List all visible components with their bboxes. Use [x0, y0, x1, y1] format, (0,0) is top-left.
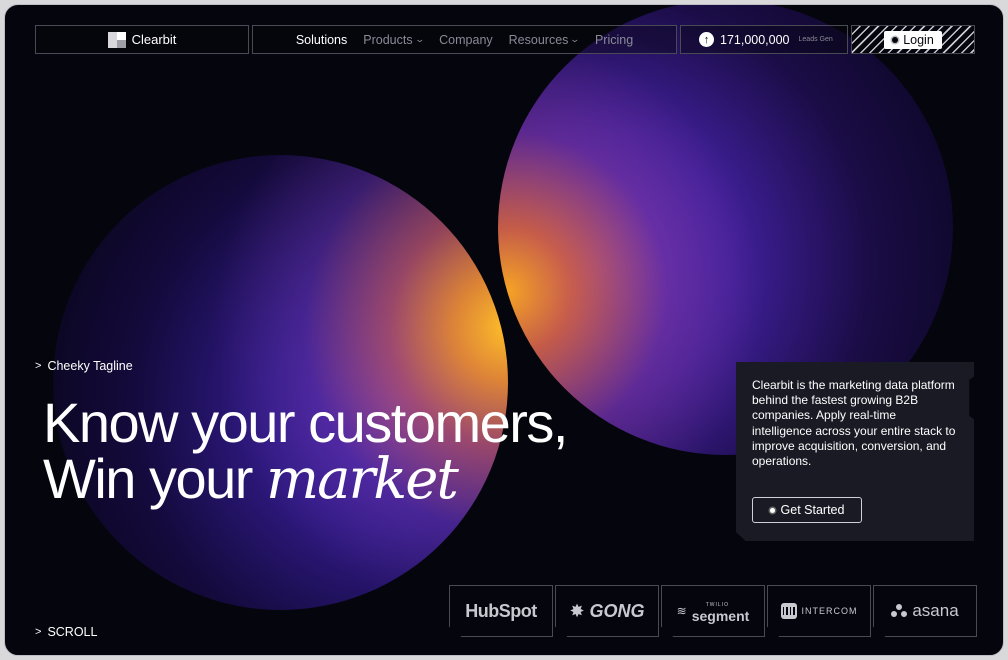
headline-line-1: Know your customers, — [43, 391, 568, 454]
tagline-text: Cheeky Tagline — [47, 359, 133, 373]
hero-headline: Know your customers, Win your market — [43, 395, 568, 510]
chevron-right-icon: > — [35, 360, 42, 372]
get-started-button[interactable]: Get Started — [752, 497, 862, 523]
headline-line-2: Win your — [43, 447, 253, 510]
login-area: Login — [851, 25, 975, 54]
counter-value: 171,000,000 — [720, 32, 790, 47]
tagline: > Cheeky Tagline — [35, 359, 133, 373]
segment-wordmark: segment — [691, 608, 750, 624]
menu-item-resources[interactable]: Resources ⌄ — [508, 32, 581, 47]
hubspot-wordmark: HubSpot — [465, 600, 537, 621]
dot-icon — [892, 36, 899, 43]
intercom-logo: INTERCOM — [767, 585, 871, 637]
chevron-down-icon: ⌄ — [569, 34, 581, 44]
intercom-icon — [780, 603, 797, 619]
partner-logos: HubSpot ✸ GONG ≋ TWILIO segment INTERCOM… — [449, 585, 977, 637]
counter-label: Leads Gen — [798, 36, 833, 43]
menu-item-solutions[interactable]: Solutions — [296, 33, 347, 47]
main-menu: Solutions Products ⌄ Company Resources ⌄… — [252, 25, 677, 54]
menu-item-pricing[interactable]: Pricing — [595, 33, 633, 47]
menu-item-label: Pricing — [594, 32, 634, 47]
asana-icon — [891, 604, 908, 618]
menu-item-label: Company — [439, 32, 493, 47]
asana-logo: asana — [873, 585, 977, 637]
menu-item-label: Resources — [508, 32, 569, 47]
dot-icon — [769, 507, 775, 513]
asana-wordmark: asana — [912, 601, 959, 620]
chevron-right-icon: > — [35, 626, 42, 638]
scroll-label: SCROLL — [47, 625, 98, 639]
hubspot-logo: HubSpot — [449, 585, 553, 637]
menu-item-products[interactable]: Products ⌄ — [363, 32, 425, 47]
leads-counter: ↑ 171,000,000 Leads Gen — [680, 25, 848, 54]
login-label: Login — [903, 32, 934, 47]
gong-logo: ✸ GONG — [555, 585, 659, 637]
scroll-indicator[interactable]: > SCROLL — [35, 625, 97, 639]
info-card: Clearbit is the marketing data platform … — [736, 362, 974, 541]
gong-burst-icon: ✸ — [569, 600, 585, 621]
segment-icon: ≋ — [676, 604, 687, 618]
brand-logo[interactable]: Clearbit — [35, 25, 249, 54]
orb-left — [53, 155, 508, 610]
brand-name: Clearbit — [131, 32, 177, 47]
gong-wordmark: GONG — [589, 600, 645, 621]
arrow-up-icon: ↑ — [699, 32, 714, 47]
login-button[interactable]: Login — [884, 30, 942, 49]
segment-logo: ≋ TWILIO segment — [661, 585, 765, 637]
page-frame: Clearbit Solutions Products ⌄ Company Re… — [4, 4, 1004, 656]
menu-item-company[interactable]: Company — [439, 33, 493, 47]
menu-item-label: Solutions — [295, 32, 348, 47]
intercom-wordmark: INTERCOM — [801, 606, 858, 616]
get-started-label: Get Started — [780, 503, 845, 517]
headline-italic-word: market — [266, 447, 459, 512]
info-card-text: Clearbit is the marketing data platform … — [752, 378, 956, 469]
clearbit-logo-icon — [107, 31, 126, 48]
chevron-down-icon: ⌄ — [414, 34, 425, 44]
menu-item-label: Products — [363, 32, 413, 47]
